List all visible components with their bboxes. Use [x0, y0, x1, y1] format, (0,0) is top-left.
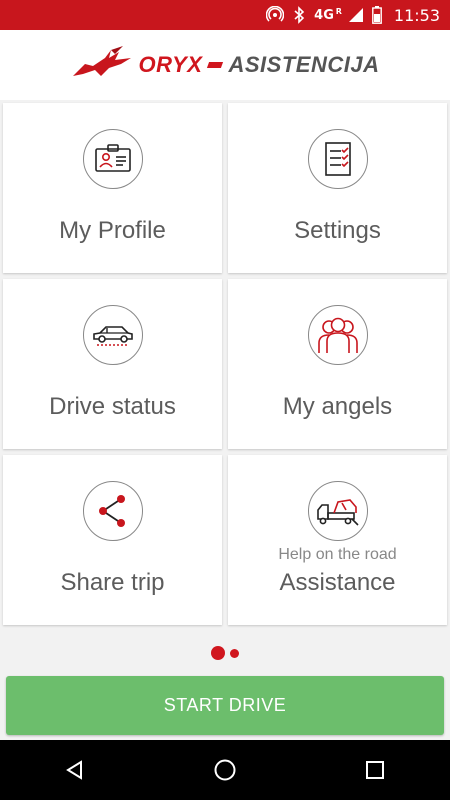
tile-label: Assistance [279, 569, 396, 596]
roaming-label: R [335, 6, 342, 16]
tile-label: My angels [282, 393, 393, 420]
logo-text-oryx: ORYX [138, 52, 203, 77]
clock: 11:53 [393, 5, 440, 25]
bluetooth-icon [292, 6, 306, 24]
tile-settings[interactable]: Settings [228, 103, 447, 273]
id-card-icon [82, 129, 143, 189]
app-logo: ORYX ASISTENCIJA [71, 45, 380, 85]
car-icon [82, 305, 143, 365]
signal-icon [348, 7, 364, 23]
network-label: 4G [314, 7, 334, 23]
tile-subtitle: Help on the road [278, 546, 397, 563]
logo-separator [207, 62, 224, 68]
tile-my-angels[interactable]: My angels [228, 279, 447, 449]
tile-label: Drive status [49, 393, 176, 420]
network-type: 4G R [314, 7, 342, 23]
app-header: ORYX ASISTENCIJA [0, 30, 450, 100]
logo-text-asistencija: ASISTENCIJA [228, 52, 380, 77]
tile-assistance[interactable]: Help on the road Assistance [228, 455, 447, 625]
group-icon [307, 305, 368, 365]
start-drive-button[interactable]: START DRIVE [6, 676, 444, 735]
tile-share-trip[interactable]: Share trip [3, 455, 222, 625]
tile-drive-status[interactable]: Drive status [3, 279, 222, 449]
navigation-bar [0, 740, 450, 800]
page-dot-active[interactable] [211, 646, 225, 660]
menu-grid: My Profile Settings Drive status My ange… [3, 103, 447, 625]
page-indicator [0, 645, 450, 661]
tile-label: Settings [294, 217, 381, 244]
tow-truck-icon [307, 481, 368, 541]
tile-label: Share trip [60, 569, 165, 596]
tile-label: My Profile [59, 217, 166, 244]
tile-my-profile[interactable]: My Profile [3, 103, 222, 273]
battery-icon [371, 6, 382, 24]
checklist-icon [307, 129, 368, 189]
recents-icon[interactable] [355, 750, 395, 790]
share-icon [82, 481, 143, 541]
antelope-logo-icon [71, 45, 135, 85]
back-icon[interactable] [55, 750, 95, 790]
page-dot[interactable] [230, 648, 239, 658]
home-icon[interactable] [205, 750, 245, 790]
status-bar: 4G R 11:53 [0, 0, 450, 30]
hotspot-icon [266, 6, 285, 24]
